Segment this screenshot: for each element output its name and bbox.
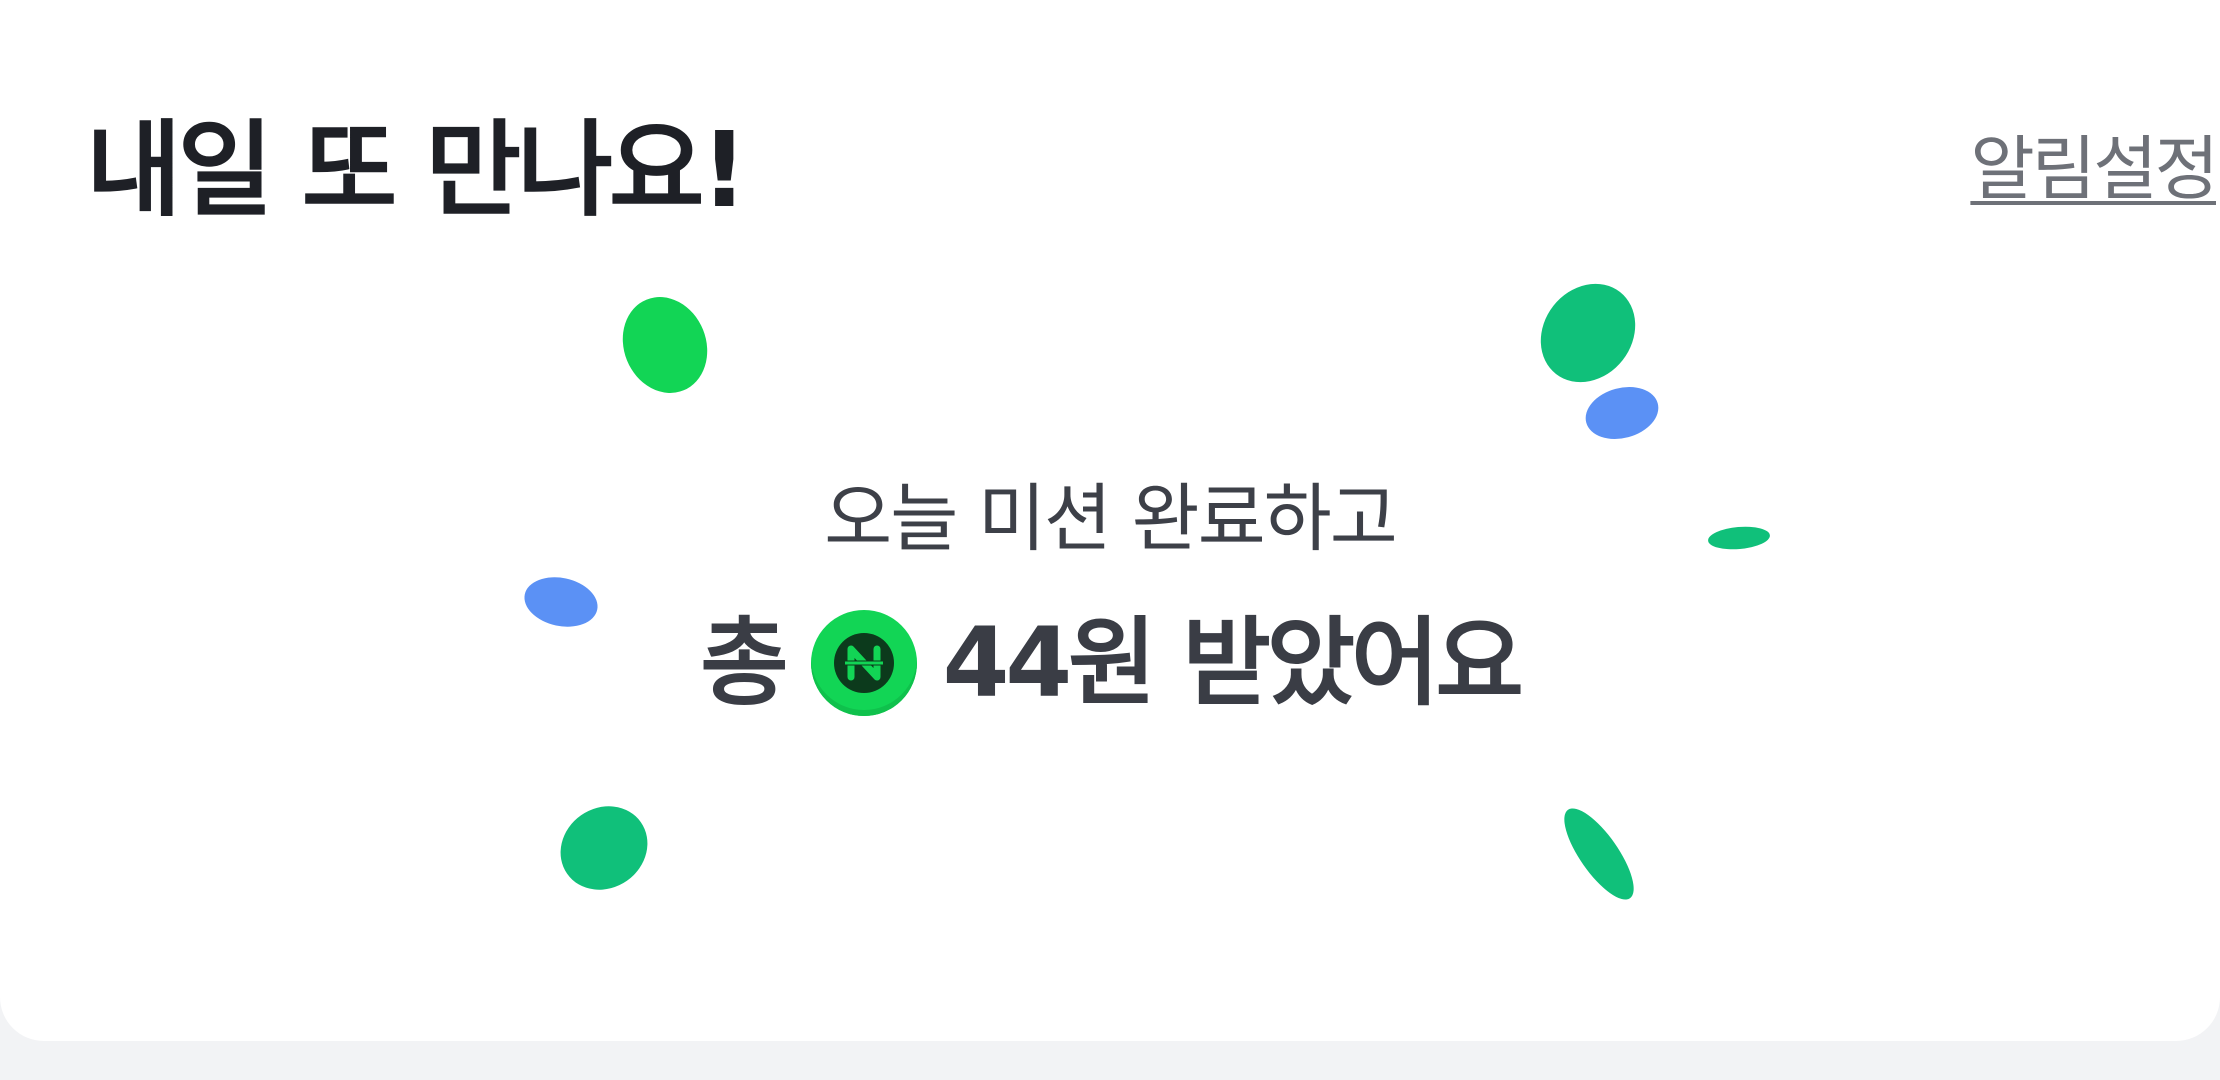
reward-subtitle: 오늘 미션 완료하고 bbox=[824, 476, 1398, 562]
confetti-piece bbox=[1552, 798, 1646, 910]
reward-amount: 44원 bbox=[942, 607, 1157, 719]
confetti-piece bbox=[1579, 379, 1665, 447]
confetti-piece bbox=[608, 284, 722, 406]
page-title: 내일 또 만나요! bbox=[86, 109, 748, 231]
notification-settings-link[interactable]: 알림설정 bbox=[1970, 134, 2219, 204]
confetti-piece bbox=[1521, 264, 1655, 402]
naver-pay-symbol-icon bbox=[833, 633, 894, 693]
reward-prefix: 총 bbox=[700, 607, 788, 719]
mission-complete-card: 내일 또 만나요! 알림설정 오늘 미션 완료하고 총 44원 받았어요 bbox=[0, 0, 2220, 1041]
reward-summary: 총 44원 받았어요 bbox=[0, 608, 2220, 718]
naver-pay-coin-icon bbox=[810, 610, 917, 716]
confetti-piece bbox=[544, 789, 664, 907]
reward-suffix: 받았어요 bbox=[1182, 607, 1523, 719]
